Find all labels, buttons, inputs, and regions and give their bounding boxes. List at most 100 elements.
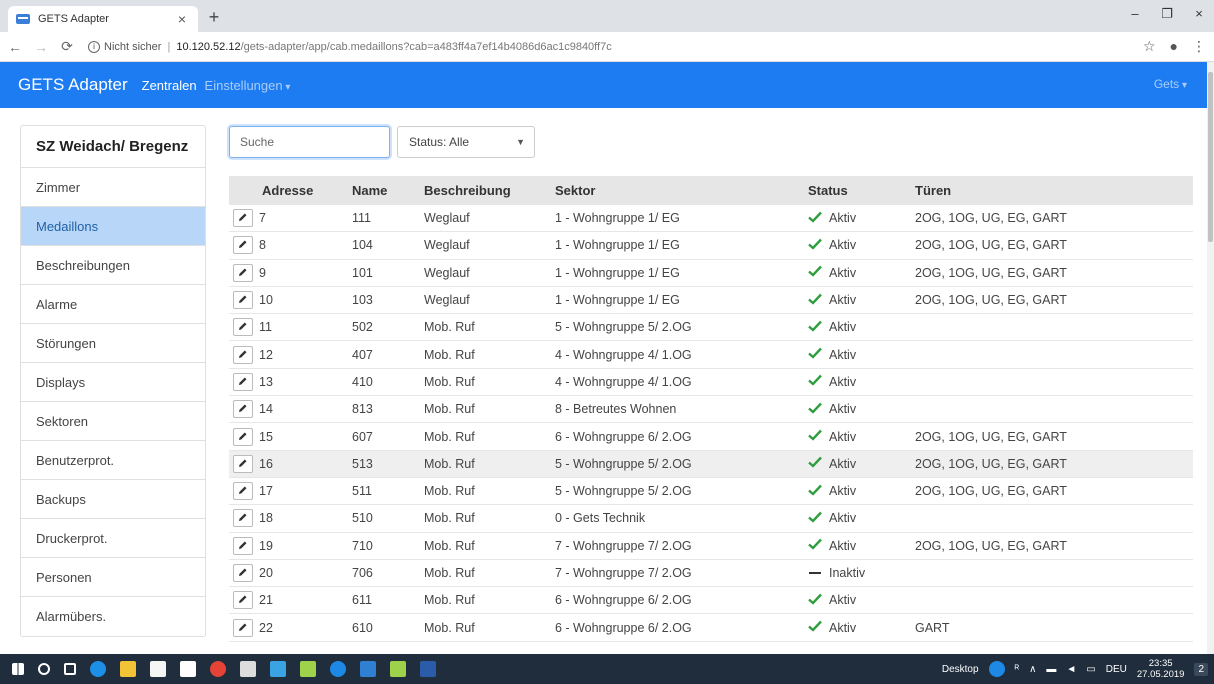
table-row[interactable]: 20 706 Mob. Ruf 7 - Wohngruppe 7/ 2.OG Inakt…: [229, 560, 1193, 588]
edit-button[interactable]: [233, 454, 253, 473]
table-row[interactable]: 13 410 Mob. Ruf 4 - Wohngruppe 4/ 1.OG Aktiv: [229, 369, 1193, 397]
sidebar-item-medaillons[interactable]: Medaillons: [21, 207, 205, 246]
table-row[interactable]: 12 407 Mob. Ruf 4 - Wohngruppe 4/ 1.OG Aktiv: [229, 341, 1193, 369]
brand[interactable]: GETS Adapter: [18, 75, 128, 95]
sidebar-item-personen[interactable]: Personen: [21, 558, 205, 597]
table-row[interactable]: 14 813 Mob. Ruf 8 - Betreutes Wohnen Aktiv: [229, 396, 1193, 424]
sidebar-item-backups[interactable]: Backups: [21, 480, 205, 519]
edit-button[interactable]: [233, 564, 253, 582]
cell-name: 607: [352, 429, 373, 444]
network-icon[interactable]: ▬: [1046, 664, 1056, 675]
language-indicator[interactable]: DEU: [1106, 664, 1127, 675]
back-icon[interactable]: ←: [4, 39, 26, 55]
reload-icon[interactable]: ⟳: [56, 38, 78, 55]
tray-chevron-icon[interactable]: ∧: [1029, 664, 1036, 675]
gets-app-2-icon[interactable]: [390, 661, 406, 677]
table-row[interactable]: 19 710 Mob. Ruf 7 - Wohngruppe 7/ 2.OG Aktiv…: [229, 533, 1193, 560]
table-row[interactable]: 8 104 Weglauf 1 - Wohngruppe 1/ EG Aktiv 2OG,…: [229, 232, 1193, 260]
search-input[interactable]: [229, 126, 390, 158]
task-view-icon[interactable]: [64, 663, 76, 675]
table-row[interactable]: 10 103 Weglauf 1 - Wohngruppe 1/ EG Aktiv 2OG…: [229, 287, 1193, 315]
nav-link-zentralen[interactable]: Zentralen: [142, 78, 197, 93]
store-icon[interactable]: [150, 661, 166, 677]
header-tueren[interactable]: Türen: [915, 183, 1193, 198]
sidebar-item-alarmübers[interactable]: Alarmübers.: [21, 597, 205, 636]
help-icon[interactable]: [988, 661, 1005, 677]
outlook-icon[interactable]: [360, 661, 376, 677]
header-adresse[interactable]: Adresse: [259, 183, 352, 198]
teamviewer-icon[interactable]: [330, 661, 346, 677]
status-select[interactable]: Status: Alle ▼: [397, 126, 535, 158]
scrollbar-thumb[interactable]: [1208, 72, 1213, 242]
menu-kebab-icon[interactable]: ⋮: [1192, 38, 1206, 55]
table-row[interactable]: 11 502 Mob. Ruf 5 - Wohngruppe 5/ 2.OG Aktiv: [229, 314, 1193, 342]
edge-browser-icon[interactable]: [90, 661, 106, 677]
word-icon[interactable]: [420, 661, 436, 677]
file-explorer-icon[interactable]: [120, 661, 136, 677]
people-icon[interactable]: ᴿ: [1015, 664, 1020, 675]
new-tab-button[interactable]: +: [204, 7, 224, 27]
edit-button[interactable]: [233, 372, 253, 391]
forward-icon[interactable]: →: [30, 39, 52, 55]
keyboard-icon[interactable]: ▭: [1086, 664, 1095, 675]
edit-button[interactable]: [233, 263, 253, 282]
browser-tab[interactable]: GETS Adapter ×: [8, 6, 198, 32]
edit-button[interactable]: [233, 291, 253, 310]
sidebar-item-störungen[interactable]: Störungen: [21, 324, 205, 363]
app-icon[interactable]: [270, 661, 286, 677]
header-status[interactable]: Status: [808, 183, 915, 198]
gets-app-icon[interactable]: [300, 661, 316, 677]
edit-button[interactable]: [233, 482, 253, 501]
edit-button[interactable]: [233, 345, 253, 364]
header-name[interactable]: Name: [352, 183, 424, 198]
edit-button[interactable]: [233, 400, 253, 419]
edit-button[interactable]: [233, 236, 253, 255]
sidebar-item-alarme[interactable]: Alarme: [21, 285, 205, 324]
edit-button[interactable]: [233, 427, 253, 446]
cell-tueren: 2OG, 1OG, UG, EG, GART: [915, 293, 1067, 308]
table-row[interactable]: 18 510 Mob. Ruf 0 - Gets Technik Aktiv: [229, 505, 1193, 533]
mail-icon[interactable]: [240, 661, 256, 677]
table-row[interactable]: 17 511 Mob. Ruf 5 - Wohngruppe 5/ 2.OG Aktiv…: [229, 478, 1193, 506]
volume-icon[interactable]: ◄: [1066, 664, 1076, 675]
notification-badge[interactable]: 2: [1194, 662, 1208, 676]
windows-start-icon[interactable]: [12, 663, 24, 675]
clock[interactable]: 23:35 27.05.2019: [1137, 658, 1185, 680]
user-menu[interactable]: Gets: [1154, 77, 1187, 91]
table-row[interactable]: 15 607 Mob. Ruf 6 - Wohngruppe 6/ 2.OG Aktiv…: [229, 423, 1193, 451]
search-icon[interactable]: [38, 663, 50, 675]
edit-button[interactable]: [233, 536, 253, 555]
desktop-toolbar[interactable]: Desktop: [942, 664, 979, 675]
sidebar-item-zimmer[interactable]: Zimmer: [21, 168, 205, 207]
close-window-button[interactable]: ×: [1184, 6, 1214, 21]
minimize-button[interactable]: –: [1120, 6, 1150, 21]
table-row[interactable]: 21 611 Mob. Ruf 6 - Wohngruppe 6/ 2.OG Aktiv: [229, 587, 1193, 615]
header-beschreibung[interactable]: Beschreibung: [424, 183, 555, 198]
sidebar-item-benutzerprot[interactable]: Benutzerprot.: [21, 441, 205, 480]
status-text: Aktiv: [829, 538, 857, 553]
sidebar-item-beschreibungen[interactable]: Beschreibungen: [21, 246, 205, 285]
edit-button[interactable]: [233, 591, 253, 610]
table-row[interactable]: 7 111 Weglauf 1 - Wohngruppe 1/ EG Aktiv 2OG,…: [229, 205, 1193, 233]
page-scrollbar[interactable]: [1207, 62, 1214, 654]
amazon-icon[interactable]: [180, 661, 196, 677]
sidebar-item-druckerprot[interactable]: Druckerprot.: [21, 519, 205, 558]
tab-close-icon[interactable]: ×: [174, 11, 190, 27]
info-icon[interactable]: i: [88, 40, 100, 53]
header-sektor[interactable]: Sektor: [555, 183, 808, 198]
table-row[interactable]: 9 101 Weglauf 1 - Wohngruppe 1/ EG Aktiv 2OG,…: [229, 260, 1193, 287]
sidebar-item-sektoren[interactable]: Sektoren: [21, 402, 205, 441]
maximize-button[interactable]: ❐: [1152, 6, 1182, 22]
table-row[interactable]: 16 513 Mob. Ruf 5 - Wohngruppe 5/ 2.OG Aktiv…: [229, 450, 1193, 478]
sidebar-item-displays[interactable]: Displays: [21, 363, 205, 402]
edit-button[interactable]: [233, 509, 253, 528]
bookmark-star-icon[interactable]: ☆: [1143, 38, 1156, 55]
edit-button[interactable]: [233, 209, 253, 228]
table-row[interactable]: 22 610 Mob. Ruf 6 - Wohngruppe 6/ 2.OG Aktiv…: [229, 614, 1193, 642]
nav-link-einstellungen[interactable]: Einstellungen: [205, 78, 291, 93]
edit-button[interactable]: [233, 318, 253, 337]
edit-button[interactable]: [233, 618, 253, 637]
chrome-icon[interactable]: [210, 661, 226, 677]
url-field[interactable]: i Nicht sicher | 10.120.52.12 /gets-adap…: [88, 40, 612, 53]
profile-icon[interactable]: ●: [1170, 38, 1178, 55]
